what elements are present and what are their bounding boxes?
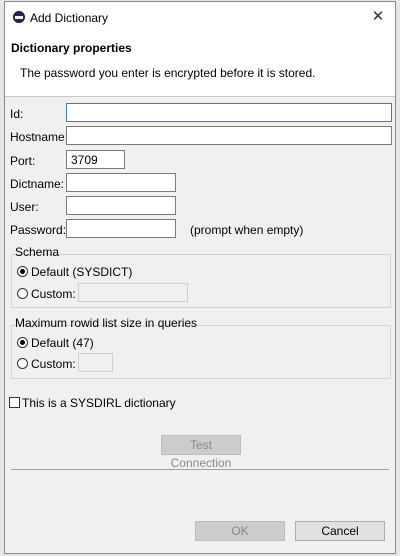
rowid-custom-label: Custom: xyxy=(31,357,76,371)
user-label: User: xyxy=(10,200,39,214)
window-title: Add Dictionary xyxy=(30,11,109,25)
button-separator xyxy=(11,469,389,470)
schema-default-radio[interactable] xyxy=(17,266,28,277)
schema-custom-radio[interactable] xyxy=(17,288,28,299)
dialog-header: Dictionary properties The password you e… xyxy=(5,32,395,97)
schema-custom-input xyxy=(78,283,188,302)
header-title: Dictionary properties xyxy=(11,41,132,55)
port-label: Port: xyxy=(10,154,36,168)
ok-button[interactable]: OK xyxy=(195,521,285,541)
rowid-group-title: Maximum rowid list size in queries xyxy=(15,316,198,330)
port-input[interactable] xyxy=(66,150,125,169)
password-input[interactable] xyxy=(66,219,176,238)
id-input[interactable] xyxy=(66,103,392,122)
eclipse-icon xyxy=(13,11,25,23)
sysdirl-checkbox[interactable] xyxy=(9,397,20,408)
rowid-default-radio[interactable] xyxy=(17,337,28,348)
sysdirl-checkbox-label: This is a SYSDIRL dictionary xyxy=(22,396,176,410)
password-hint: (prompt when empty) xyxy=(190,223,304,237)
header-description: The password you enter is encrypted befo… xyxy=(20,66,316,80)
hostname-input[interactable] xyxy=(66,126,392,145)
add-dictionary-dialog: Add Dictionary ✕ Dictionary properties T… xyxy=(4,1,396,554)
rowid-default-label: Default (47) xyxy=(31,336,94,350)
id-label: Id: xyxy=(10,107,24,121)
close-icon[interactable]: ✕ xyxy=(367,6,389,28)
title-bar: Add Dictionary ✕ xyxy=(5,2,395,32)
rowid-custom-input xyxy=(78,353,113,372)
dictname-input[interactable] xyxy=(66,173,176,192)
schema-custom-label: Custom: xyxy=(31,287,76,301)
schema-group-title: Schema xyxy=(15,245,60,259)
schema-default-label: Default (SYSDICT) xyxy=(31,265,133,279)
test-connection-button[interactable]: Test Connection xyxy=(161,435,241,470)
user-input[interactable] xyxy=(66,196,176,215)
rowid-custom-radio[interactable] xyxy=(17,358,28,369)
dictname-label: Dictname: xyxy=(10,177,65,191)
cancel-button[interactable]: Cancel xyxy=(295,521,385,541)
hostname-label: Hostname: xyxy=(10,130,69,144)
password-label: Password: xyxy=(10,223,67,237)
